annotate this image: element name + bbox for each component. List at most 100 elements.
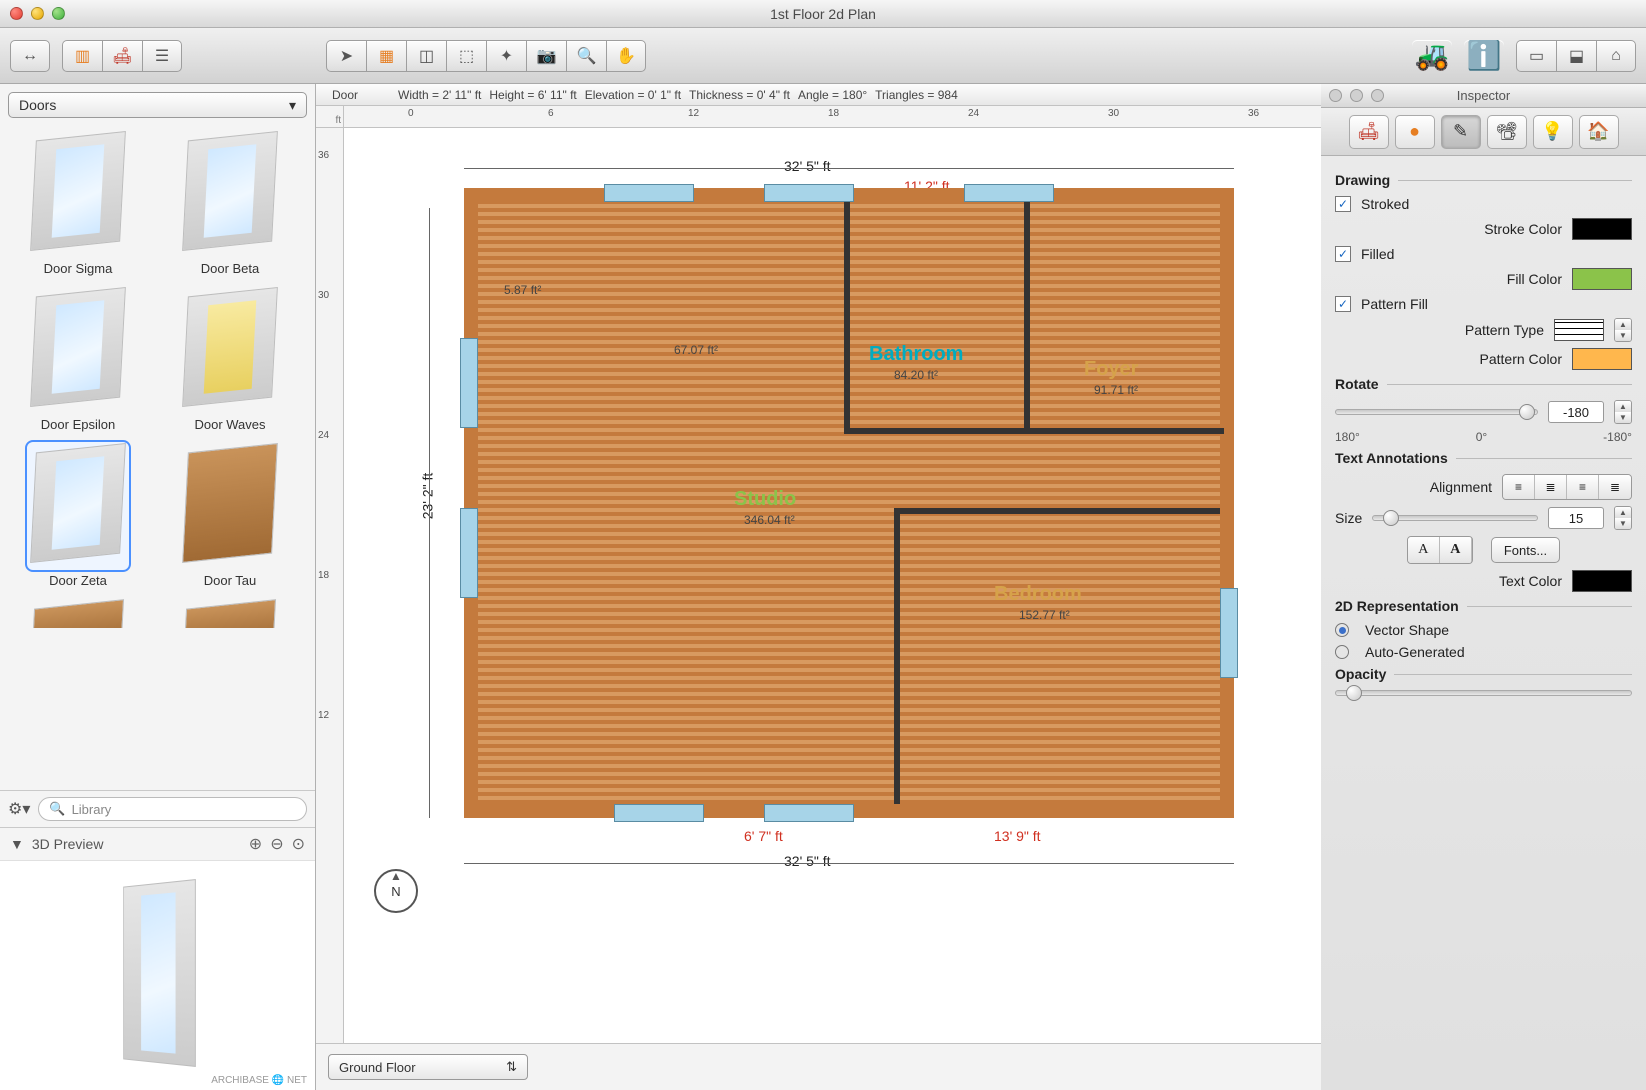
pattern-type-swatch[interactable] — [1554, 319, 1604, 341]
align-center-button[interactable]: ≣ — [1535, 475, 1567, 499]
zoom-fit-icon[interactable]: ⊙ — [292, 834, 305, 854]
pattern-fill-checkbox[interactable] — [1335, 296, 1351, 312]
library-sidebar: Doors ▾ Door Sigma Door Beta Door Epsilo… — [0, 84, 316, 1090]
text-bold-button[interactable]: A — [1440, 537, 1472, 563]
preview-header: ▼ 3D Preview ⊕ ⊖ ⊙ — [0, 827, 315, 860]
zoom-out-icon[interactable]: ⊖ — [270, 834, 283, 854]
door-thumb-icon — [30, 287, 126, 407]
library-item[interactable]: Door Epsilon — [8, 286, 148, 432]
vector-shape-radio[interactable] — [1335, 623, 1349, 637]
tab-building[interactable]: 🏠 — [1579, 115, 1619, 149]
pan-tool[interactable]: ✋ — [606, 40, 646, 72]
window-icon — [460, 508, 478, 598]
library-item-label: Door Tau — [160, 573, 300, 588]
door-thumb-icon — [184, 599, 276, 628]
fonts-button[interactable]: Fonts... — [1491, 537, 1560, 563]
library-item[interactable] — [8, 598, 148, 628]
inner-wall — [844, 428, 1224, 434]
align-right-button[interactable]: ≡ — [1567, 475, 1599, 499]
filled-checkbox[interactable] — [1335, 246, 1351, 262]
info-icon[interactable]: ℹ️ — [1464, 40, 1504, 72]
gear-icon[interactable]: ⚙▾ — [8, 799, 30, 819]
text-regular-button[interactable]: A — [1408, 537, 1440, 563]
close-window-button[interactable] — [10, 7, 23, 20]
room-area: 346.04 ft² — [744, 513, 795, 527]
text-size-slider[interactable] — [1372, 515, 1538, 521]
zoom-window-button[interactable] — [52, 7, 65, 20]
library-item[interactable]: Door Zeta — [8, 442, 148, 588]
stroked-checkbox[interactable] — [1335, 196, 1351, 212]
text-color-swatch[interactable] — [1572, 570, 1632, 592]
camera-tool[interactable]: 📷 — [526, 40, 566, 72]
room-tool[interactable]: ◫ — [406, 40, 446, 72]
rotate-stepper[interactable]: ▲▼ — [1614, 400, 1632, 424]
view-3d-button[interactable]: ⌂ — [1596, 40, 1636, 72]
library-item[interactable]: Door Waves — [160, 286, 300, 432]
canvas-panel: Door Width = 2' 11" ft Height = 6' 11" f… — [316, 84, 1321, 1090]
tab-material[interactable]: ● — [1395, 115, 1435, 149]
disclosure-icon[interactable]: ▼ — [10, 836, 24, 852]
rotate-slider[interactable] — [1335, 409, 1538, 415]
zoom-out-tool[interactable]: 🔍 — [566, 40, 606, 72]
tab-camera[interactable]: 📽 — [1487, 115, 1527, 149]
floor-selector[interactable]: Ground Floor ⇅ — [328, 1054, 528, 1080]
pointer-tool[interactable]: ➤ — [326, 40, 366, 72]
room-area: 67.07 ft² — [674, 343, 718, 357]
window-icon — [614, 804, 704, 822]
library-furniture-button[interactable]: 🛋 — [102, 40, 142, 72]
library-item[interactable] — [160, 598, 300, 628]
pattern-stepper[interactable]: ▲▼ — [1614, 318, 1632, 342]
category-dropdown[interactable]: Doors ▾ — [8, 92, 307, 118]
dimension-label: 32' 5" ft — [784, 158, 831, 174]
library-doors-button[interactable]: ▥ — [62, 40, 102, 72]
inspector-tabs: 🛋 ● ✎ 📽 💡 🏠 — [1321, 108, 1646, 156]
inner-wall — [894, 508, 1220, 514]
status-object: Door — [332, 88, 390, 102]
library-item[interactable]: Door Beta — [160, 130, 300, 276]
wall-tool[interactable]: ▦ — [366, 40, 406, 72]
tab-light[interactable]: 💡 — [1533, 115, 1573, 149]
stroke-color-swatch[interactable] — [1572, 218, 1632, 240]
fill-color-swatch[interactable] — [1572, 268, 1632, 290]
view-2d-button[interactable]: ▭ — [1516, 40, 1556, 72]
warehouse-icon[interactable]: 🚜 — [1412, 40, 1452, 72]
minimize-window-button[interactable] — [31, 7, 44, 20]
preview-3d[interactable]: ARCHIBASE 🌐 NET — [0, 860, 315, 1090]
rotate-field[interactable]: -180 — [1548, 401, 1604, 423]
horizontal-ruler[interactable]: 0 6 12 18 24 30 36 — [344, 106, 1321, 128]
size-label: Size — [1335, 510, 1362, 526]
tab-furniture[interactable]: 🛋 — [1349, 115, 1389, 149]
niche-tool[interactable]: ⬚ — [446, 40, 486, 72]
door-thumb-icon — [30, 443, 126, 563]
auto-generated-label: Auto-Generated — [1365, 644, 1465, 660]
library-search[interactable]: 🔍 Library — [38, 797, 307, 821]
tool-group: ➤ ▦ ◫ ⬚ ✦ 📷 🔍 ✋ — [326, 40, 646, 72]
window-icon — [764, 804, 854, 822]
vertical-ruler[interactable]: 36 30 24 18 12 — [316, 128, 344, 1043]
align-left-button[interactable]: ≡ — [1503, 475, 1535, 499]
chevron-down-icon: ▾ — [289, 97, 296, 114]
room-label: Studio — [734, 488, 796, 511]
opacity-slider[interactable] — [1335, 690, 1632, 696]
library-item[interactable]: Door Tau — [160, 442, 300, 588]
library-item[interactable]: Door Sigma — [8, 130, 148, 276]
pattern-color-swatch[interactable] — [1572, 348, 1632, 370]
tab-drawing[interactable]: ✎ — [1441, 115, 1481, 149]
auto-generated-radio[interactable] — [1335, 645, 1349, 659]
align-justify-button[interactable]: ≣ — [1599, 475, 1631, 499]
library-list-button[interactable]: ☰ — [142, 40, 182, 72]
view-split-button[interactable]: ⬓ — [1556, 40, 1596, 72]
room-area: 5.87 ft² — [504, 283, 541, 297]
floor-plan-canvas[interactable]: 32' 5" ft 11' 2" ft 23' 2" ft 6' 7" ft 1… — [344, 128, 1321, 1043]
window-titlebar: 1st Floor 2d Plan — [0, 0, 1646, 28]
text-size-stepper[interactable]: ▲▼ — [1614, 506, 1632, 530]
text-size-field[interactable]: 15 — [1548, 507, 1604, 529]
vector-shape-label: Vector Shape — [1365, 622, 1449, 638]
settings-tool[interactable]: ✦ — [486, 40, 526, 72]
alignment-label: Alignment — [1335, 479, 1492, 495]
text-color-label: Text Color — [1335, 573, 1562, 589]
expand-sidebar-button[interactable]: ↔ — [10, 40, 50, 72]
zoom-in-icon[interactable]: ⊕ — [249, 834, 262, 854]
status-thickness: Thickness = 0' 4" ft — [689, 88, 790, 102]
status-triangles: Triangles = 984 — [875, 88, 958, 102]
